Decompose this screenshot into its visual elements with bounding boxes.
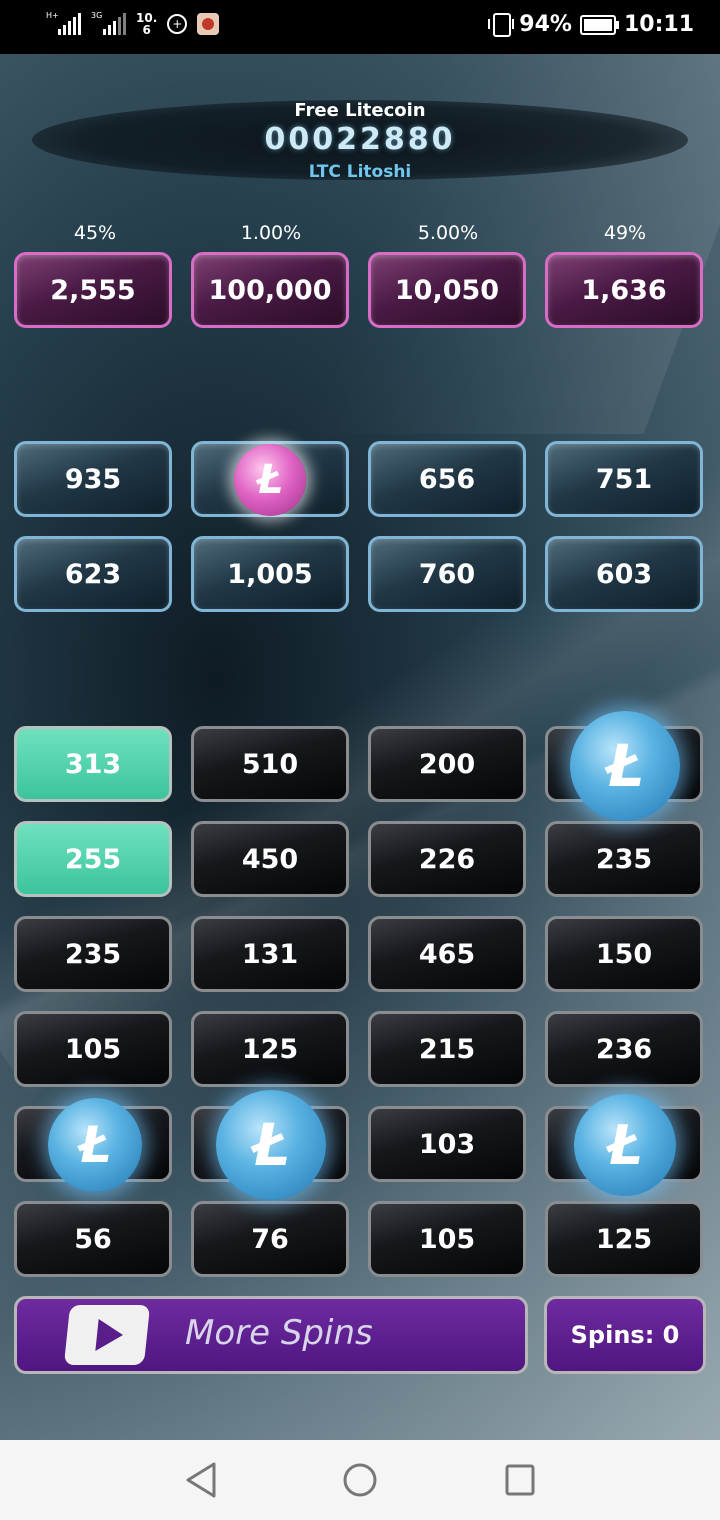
jackpot-tile[interactable]: 10,050 (368, 252, 526, 328)
grid-tile[interactable]: 103 (368, 1106, 526, 1182)
app-notification-icon (197, 13, 220, 35)
grid-tile-selected[interactable]: 313 (14, 726, 172, 802)
grid-tile[interactable]: 56 (14, 1201, 172, 1277)
back-icon[interactable] (184, 1460, 218, 1504)
signal-icon-2: 3G (91, 11, 126, 35)
prize-tile[interactable]: 603 (545, 536, 703, 612)
game-board: Free Litecoin 00022880 LTC Litoshi 45% 1… (0, 54, 720, 1440)
data-saver-icon: + (167, 14, 188, 34)
grid-tile[interactable]: 76 (191, 1201, 349, 1277)
jackpot-percent: 45% (73, 222, 117, 244)
video-play-icon (63, 1305, 151, 1365)
prize-tile[interactable]: 760 (368, 536, 526, 612)
status-bar: H+ 3G 10. 6 + 94% 10:11 (0, 0, 720, 54)
prize-tile[interactable]: 935 (14, 441, 172, 517)
grid-tile[interactable]: 450 (191, 821, 349, 897)
clock: 10:11 (623, 12, 694, 37)
grid-tile[interactable]: 131 (191, 916, 349, 992)
home-icon[interactable] (341, 1460, 379, 1504)
network-type-1: H+ (46, 11, 59, 20)
litecoin-icon[interactable]: Ł (234, 444, 306, 516)
grid-tile[interactable]: 125 (191, 1011, 349, 1087)
spins-counter: Spins: 0 (544, 1296, 706, 1374)
app-title: Free Litecoin (294, 100, 426, 121)
grid-tile[interactable]: 105 (14, 1011, 172, 1087)
grid-tile[interactable]: 236 (545, 1011, 703, 1087)
grid-tile[interactable]: 125 (545, 1201, 703, 1277)
battery-percent: 94% (519, 12, 572, 37)
data-speed: 10. 6 (136, 11, 158, 37)
jackpot-tile[interactable]: 1,636 (545, 252, 703, 328)
jackpot-tile[interactable]: 2,555 (14, 252, 172, 328)
litecoin-icon[interactable]: Ł (48, 1098, 142, 1192)
grid-tile[interactable]: 235 (14, 916, 172, 992)
grid-tile[interactable]: 465 (368, 916, 526, 992)
more-spins-label: More Spins (185, 1313, 373, 1353)
grid-tile[interactable]: 510 (191, 726, 349, 802)
litecoin-icon[interactable]: Ł (570, 711, 680, 821)
grid-tile[interactable]: 215 (368, 1011, 526, 1087)
grid-tile-selected[interactable]: 255 (14, 821, 172, 897)
prize-tile[interactable]: 623 (14, 536, 172, 612)
vibrate-icon (488, 12, 515, 37)
jackpot-percent: 1.00% (240, 222, 302, 244)
network-type-2: 3G (91, 11, 103, 20)
grid-tile[interactable]: 235 (545, 821, 703, 897)
signal-icon: H+ (46, 11, 81, 35)
navigation-bar (0, 1440, 720, 1520)
grid-tile[interactable]: 200 (368, 726, 526, 802)
more-spins-button[interactable]: More Spins (14, 1296, 528, 1374)
balance-counter: 00022880 (264, 122, 456, 157)
prize-tile[interactable]: 1,005 (191, 536, 349, 612)
grid-tile[interactable]: 105 (368, 1201, 526, 1277)
grid-tile[interactable]: 226 (368, 821, 526, 897)
jackpot-percent: 49% (603, 222, 647, 244)
battery-icon (579, 14, 619, 35)
grid-tile[interactable]: 150 (545, 916, 703, 992)
currency-label: LTC Litoshi (308, 162, 412, 182)
litecoin-icon[interactable]: Ł (574, 1094, 676, 1196)
litecoin-icon[interactable]: Ł (216, 1090, 326, 1200)
prize-tile[interactable]: 751 (545, 441, 703, 517)
jackpot-tile[interactable]: 100,000 (191, 252, 349, 328)
jackpot-percent: 5.00% (417, 222, 479, 244)
prize-tile[interactable]: 656 (368, 441, 526, 517)
recents-icon[interactable] (503, 1460, 537, 1504)
